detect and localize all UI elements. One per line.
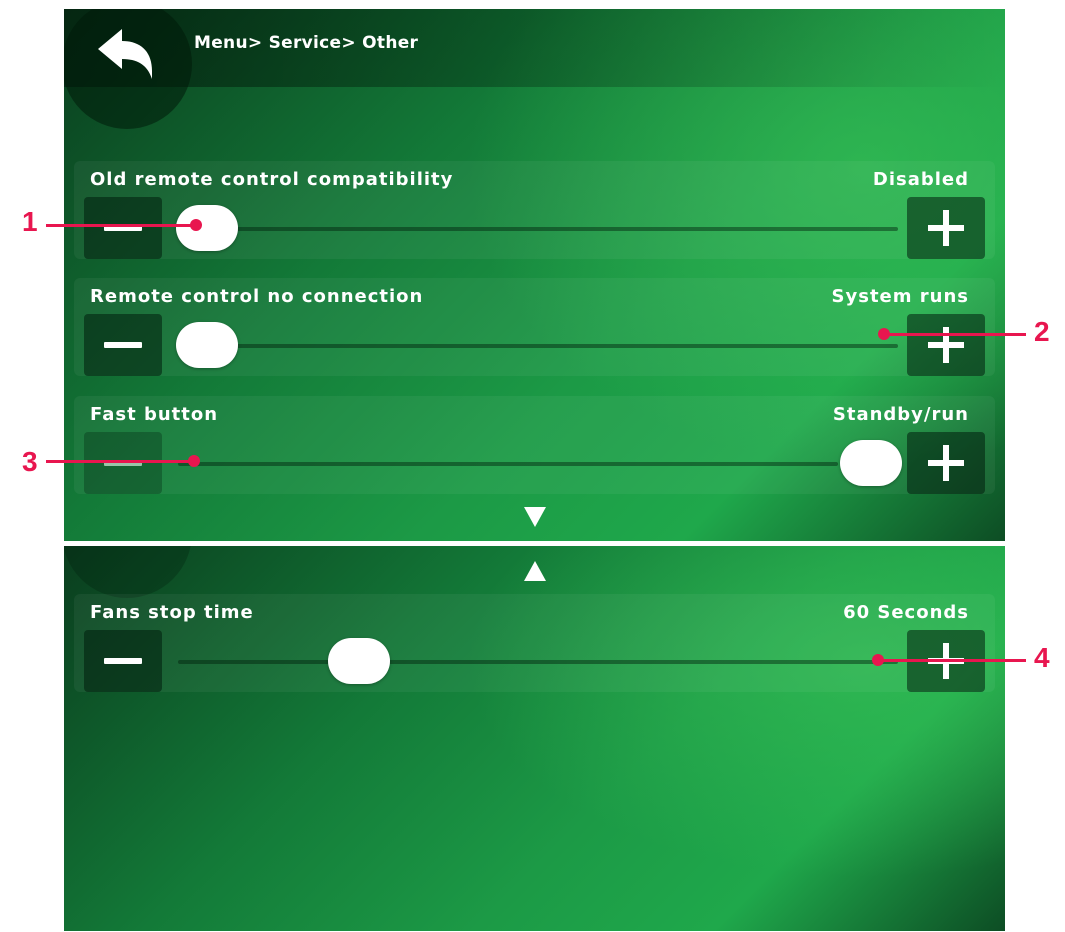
decrease-button[interactable] <box>84 197 162 259</box>
annotation-number: 3 <box>22 446 38 477</box>
slider-track[interactable] <box>178 227 898 231</box>
back-button[interactable] <box>92 23 162 85</box>
slider-thumb[interactable] <box>840 440 902 486</box>
setting-row-fast-button: Fast button Standby/run <box>74 396 995 494</box>
slider-thumb[interactable] <box>328 638 390 684</box>
annotation-dot <box>188 455 200 467</box>
plus-icon <box>928 445 964 481</box>
annotation-dot <box>878 328 890 340</box>
plus-icon <box>928 210 964 246</box>
setting-row-old-remote: Old remote control compatibility Disable… <box>74 161 995 259</box>
setting-value: Standby/run <box>832 404 969 425</box>
setting-label: Fans stop time <box>90 602 254 623</box>
setting-label: Remote control no connection <box>90 286 424 307</box>
decrease-button[interactable] <box>84 314 162 376</box>
setting-row-fans-stop-time: Fans stop time 60 Seconds <box>74 594 995 692</box>
setting-value: 60 Seconds <box>843 602 969 623</box>
minus-icon <box>104 658 142 664</box>
slider-track[interactable] <box>178 344 898 348</box>
annotation-number: 2 <box>1034 316 1050 347</box>
slider-track[interactable] <box>178 462 838 466</box>
slider-track[interactable] <box>178 660 898 664</box>
annotation-dot <box>872 654 884 666</box>
breadcrumb: Menu> Service> Other <box>194 33 419 53</box>
increase-button[interactable] <box>907 197 985 259</box>
settings-screen-page-1: Menu> Service> Other Old remote control … <box>64 9 1005 541</box>
annotation-dot <box>190 219 202 231</box>
slider-thumb[interactable] <box>176 322 238 368</box>
annotation-line <box>46 460 196 463</box>
setting-value: System runs <box>831 286 969 307</box>
slider-thumb[interactable] <box>176 205 238 251</box>
back-arrow-icon <box>98 29 152 79</box>
minus-icon <box>104 342 142 348</box>
setting-row-remote-no-connection: Remote control no connection System runs <box>74 278 995 376</box>
annotation-line <box>46 224 196 227</box>
setting-label: Fast button <box>90 404 219 425</box>
back-button-background <box>64 546 192 598</box>
decrease-button[interactable] <box>84 432 162 494</box>
setting-label: Old remote control compatibility <box>90 169 454 190</box>
annotation-number: 1 <box>22 206 38 237</box>
decrease-button[interactable] <box>84 630 162 692</box>
increase-button[interactable] <box>907 314 985 376</box>
scroll-down-icon[interactable] <box>522 505 548 529</box>
increase-button[interactable] <box>907 432 985 494</box>
annotation-line <box>884 333 1026 336</box>
annotation-number: 4 <box>1034 642 1050 673</box>
scroll-up-icon[interactable] <box>522 559 548 583</box>
settings-screen-page-2: Fans stop time 60 Seconds <box>64 546 1005 931</box>
setting-value: Disabled <box>872 169 969 190</box>
annotation-line <box>878 659 1026 662</box>
